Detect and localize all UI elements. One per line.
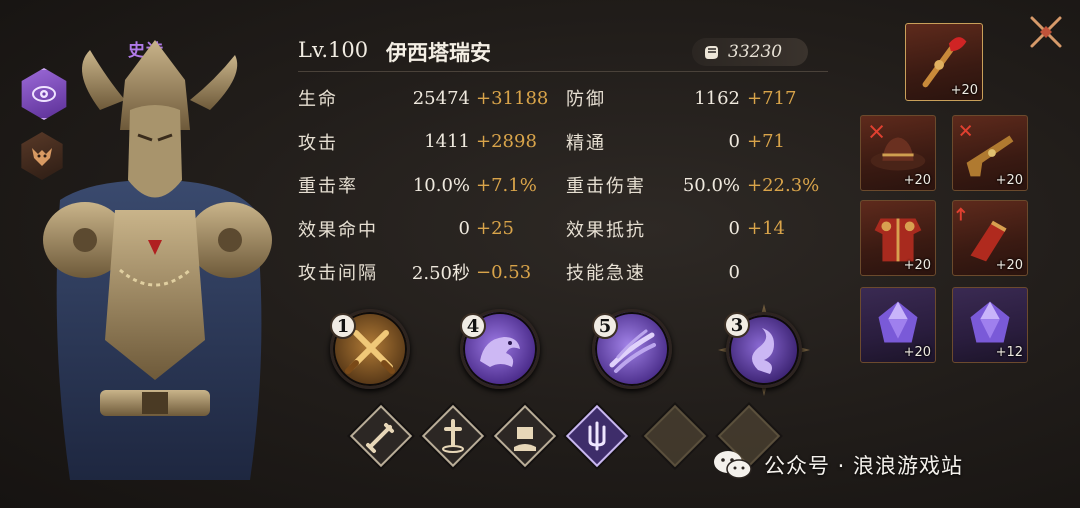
equip-slot-gem-2[interactable]: +12 — [952, 287, 1028, 363]
watermark-text: 公众号 · 浪浪游戏站 — [764, 454, 964, 478]
wechat-icon — [714, 451, 752, 479]
close-icon[interactable] — [1026, 12, 1066, 52]
character-detail-screen: 史诗 Lv.100 伊西塔瑞安 33230 生命 25474 +31188 防御… — [0, 0, 1080, 508]
rune-slot-1[interactable] — [349, 404, 413, 468]
enhance-level: +20 — [995, 173, 1023, 188]
skill-slot-1[interactable]: 1 — [330, 309, 410, 389]
watermark: 公众号 · 浪浪游戏站 — [712, 448, 963, 482]
stat-base-value: 10.0% — [412, 174, 470, 196]
rune-slot-3[interactable] — [493, 404, 557, 468]
equip-slot-gem-1[interactable]: +20 — [860, 287, 936, 363]
character-header: Lv.100 伊西塔瑞安 33230 — [298, 36, 828, 72]
rune-slot-4[interactable] — [565, 404, 629, 468]
enhance-level: +20 — [903, 173, 931, 188]
stat-row: 攻击间隔 2.50秒 −0.53 技能急速 0 — [298, 256, 838, 300]
enhance-level: +20 — [950, 83, 978, 98]
stat-row: 攻击 1411 +2898 精通 0 +71 — [298, 126, 838, 170]
stat-label: 技能急速 — [566, 263, 646, 284]
stat-bonus-value: +2898 — [476, 131, 537, 152]
dagger-rune-icon — [442, 419, 464, 453]
skill-slot-2[interactable]: 4 — [460, 309, 540, 389]
stat-bonus-value: +25 — [476, 218, 514, 239]
enhance-level: +20 — [903, 258, 931, 273]
stat-row: 效果命中 0 +25 效果抵抗 0 +14 — [298, 213, 838, 257]
stat-label: 生命 — [298, 89, 338, 110]
stat-label: 攻击间隔 — [298, 263, 378, 284]
stat-label: 攻击 — [298, 132, 338, 154]
stat-bonus-value: +717 — [747, 87, 797, 109]
stat-bonus-value: +14 — [747, 218, 785, 239]
stats-panel: 生命 25474 +31188 防御 1162 +717 攻击 1411 +28… — [298, 82, 838, 300]
stat-label: 重击率 — [298, 176, 358, 197]
stat-label: 防御 — [566, 89, 606, 110]
character-portrait — [43, 40, 272, 480]
stat-base-value: 0 — [728, 131, 740, 152]
enhance-level: +20 — [995, 258, 1023, 273]
enhance-level: +20 — [903, 345, 931, 360]
stat-label: 精通 — [566, 132, 606, 154]
stat-base-value: 25474 — [412, 87, 470, 109]
equip-slot-pistol[interactable]: +20 — [952, 115, 1028, 191]
equip-main-weapon[interactable]: +20 — [905, 23, 983, 101]
skill-rank-badge: 4 — [460, 313, 486, 339]
character-name: 伊西塔瑞安 — [386, 41, 491, 65]
stat-base-value: 0 — [728, 218, 740, 239]
stat-bonus-value: −0.53 — [476, 261, 532, 283]
stat-base-value: 0 — [458, 218, 470, 239]
stat-base-value: 50.0% — [682, 174, 740, 196]
stat-bonus-value: +7.1% — [476, 174, 537, 196]
skill-slot-3[interactable]: 5 — [592, 309, 672, 389]
enhance-level: +12 — [995, 345, 1023, 360]
stat-base-value: 2.50秒 — [411, 263, 470, 284]
stat-base-value: 0 — [728, 261, 740, 283]
rune-slot-2[interactable] — [421, 404, 485, 468]
stat-label: 效果命中 — [298, 219, 378, 241]
character-level: Lv.100 — [298, 38, 369, 62]
rune-slot-5[interactable] — [643, 404, 707, 468]
stat-label: 效果抵抗 — [566, 219, 646, 241]
trident-rune-icon — [588, 421, 606, 451]
skill-slot-4[interactable]: 3 — [718, 304, 810, 396]
stat-base-value: 1411 — [424, 131, 470, 152]
stat-bonus-value: +31188 — [476, 87, 549, 109]
stat-bonus-value: +71 — [747, 131, 785, 152]
stat-row: 重击率 10.0% +7.1% 重击伤害 50.0% +22.3% — [298, 169, 838, 213]
stat-base-value: 1162 — [694, 87, 740, 109]
sword-rune-icon — [366, 423, 394, 453]
equip-slot-armor[interactable]: +20 — [860, 200, 936, 276]
combat-power-value: 33230 — [728, 42, 783, 62]
skill-rank-badge: 3 — [724, 312, 750, 338]
combat-power-badge: 33230 — [692, 38, 808, 66]
stat-row: 生命 25474 +31188 防御 1162 +717 — [298, 82, 838, 126]
fist-rune-icon — [514, 427, 536, 451]
skill-rank-badge: 1 — [330, 313, 356, 339]
fist-power-icon — [705, 46, 718, 59]
stat-bonus-value: +22.3% — [747, 174, 820, 196]
skill-rank-badge: 5 — [592, 313, 618, 339]
equip-slot-hat[interactable]: +20 — [860, 115, 936, 191]
equip-slot-gauntlet[interactable]: +20 — [952, 200, 1028, 276]
stat-label: 重击伤害 — [566, 176, 646, 197]
